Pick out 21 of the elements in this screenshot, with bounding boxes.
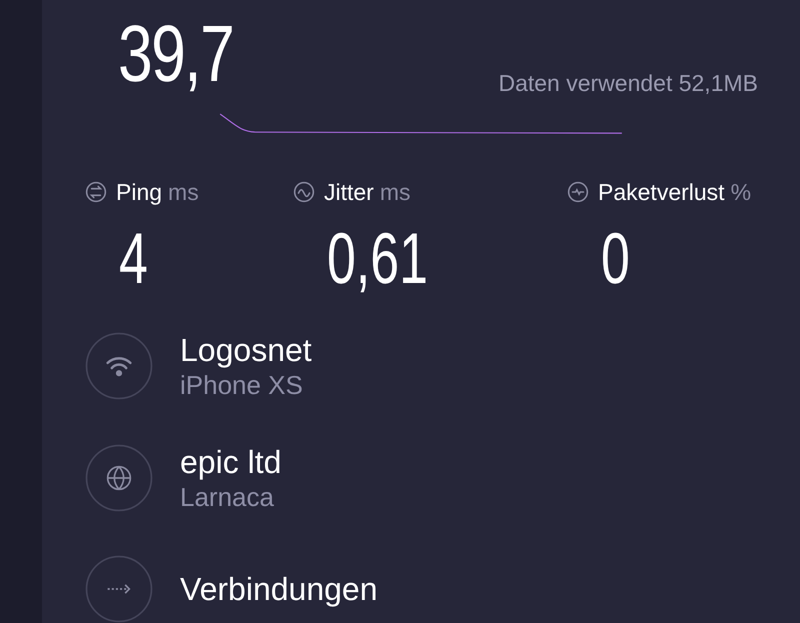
download-speed: 39,7 — [118, 14, 234, 94]
detail-title: Verbindungen — [180, 570, 378, 608]
data-used: Daten verwendet 52,1MB — [498, 68, 758, 98]
wifi-icon — [85, 332, 153, 400]
arrows-icon — [85, 180, 107, 203]
metric-label: Ping — [116, 178, 162, 207]
globe-icon — [85, 444, 153, 512]
metric-value: 4 — [119, 223, 149, 295]
detail-title: Logosnet — [180, 331, 312, 369]
metric-unit: % — [730, 178, 752, 206]
metric-value: 0 — [601, 223, 631, 295]
wave-icon — [293, 180, 315, 203]
detail-subtitle: Larnaca — [180, 481, 275, 513]
metric-unit: ms — [168, 178, 199, 206]
detail-title: epic ltd — [180, 443, 282, 481]
metric-unit: ms — [380, 178, 411, 206]
metric-label: Paketverlust — [598, 178, 725, 206]
detail-subtitle: iPhone XS — [180, 369, 304, 401]
pulse-icon — [567, 180, 589, 203]
metric-label: Jitter — [324, 178, 374, 206]
metric-value: 0,61 — [327, 223, 429, 295]
